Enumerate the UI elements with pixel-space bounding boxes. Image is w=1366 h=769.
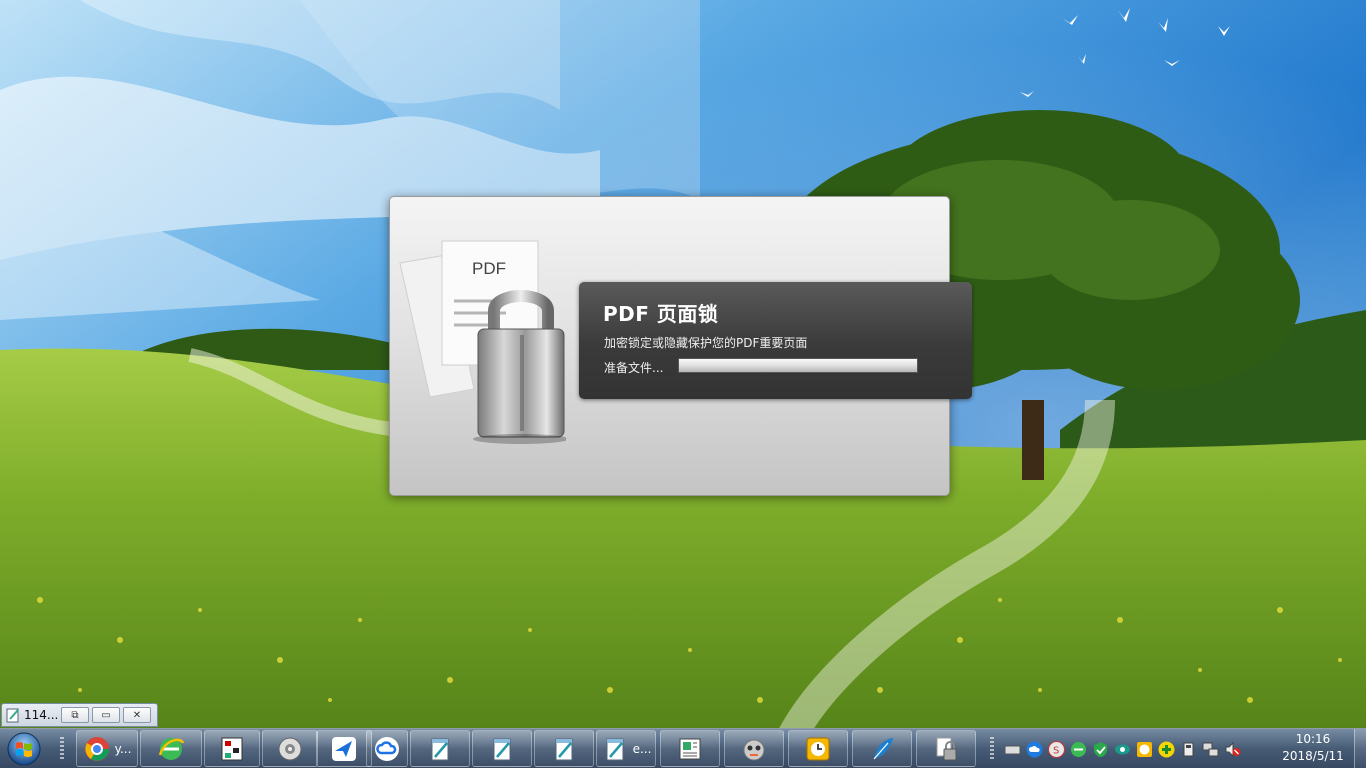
windows-logo-icon [7, 732, 41, 766]
taskbar-button-10[interactable]: e... [596, 730, 656, 767]
pdf-lock-graphic: PDF [396, 239, 569, 444]
loading-status: 准备文件... [604, 361, 664, 375]
ie-green-icon[interactable] [1070, 741, 1087, 758]
eye-icon[interactable] [1114, 741, 1131, 758]
maximize-button[interactable]: ▭ [92, 707, 120, 723]
system-tray: S [1000, 729, 1284, 769]
info-panel: PDF 页面锁 加密锁定或隐藏保护您的PDF重要页面 准备文件... [579, 282, 972, 399]
notepad-icon [601, 735, 629, 763]
taskbar-button-12[interactable] [724, 730, 784, 767]
notepad-icon [426, 735, 454, 763]
taskbar-button-5[interactable] [316, 730, 372, 767]
taskbar-button-3[interactable] [204, 730, 260, 767]
plus-icon[interactable] [1158, 741, 1175, 758]
taskbar-button-1[interactable]: y... [76, 730, 138, 767]
doc-pdf-label: PDF [472, 259, 506, 278]
cloud-sync-icon[interactable] [1026, 741, 1043, 758]
taskbar-button-9[interactable] [534, 730, 594, 767]
security-shield-icon[interactable] [1092, 741, 1109, 758]
shield-s-icon[interactable]: S [1048, 740, 1065, 758]
timer-icon[interactable] [1136, 741, 1153, 758]
system-clock[interactable]: 10:16 2018/5/11 [1276, 731, 1350, 767]
network-icon[interactable] [1202, 741, 1219, 758]
taskbar-button-11[interactable] [660, 730, 720, 767]
cloud-app-icon [373, 735, 401, 763]
robot-app-icon [740, 735, 768, 763]
network-app-icon [218, 735, 246, 763]
clock-app-icon [804, 735, 832, 763]
tray-grip[interactable] [990, 737, 994, 761]
ie-browser-icon [157, 735, 185, 763]
taskbar: y... e... S 10:16 2018/5/11 [0, 728, 1366, 769]
keyboard-icon[interactable] [1004, 741, 1021, 758]
restore-button[interactable]: ⧉ [61, 707, 89, 723]
taskbar-button-7[interactable] [410, 730, 470, 767]
taskbar-button-15[interactable] [916, 730, 976, 767]
app-title: PDF 页面锁 [603, 302, 719, 326]
taskbar-button-label: e... [632, 741, 652, 756]
clock-time: 10:16 [1295, 732, 1331, 746]
taskbar-button-2[interactable] [140, 730, 202, 767]
taskbar-button-14[interactable] [852, 730, 912, 767]
usb-device-icon[interactable] [1180, 741, 1197, 758]
progress-fill [679, 359, 917, 372]
taskbar-grip[interactable] [60, 737, 64, 761]
clock-date: 2018/5/11 [1282, 749, 1344, 763]
mute-volume-icon[interactable] [1224, 741, 1241, 758]
taskbar-button-label: y... [114, 741, 132, 756]
notepad-icon [488, 735, 516, 763]
feather-app-icon [868, 735, 896, 763]
start-button[interactable] [3, 731, 45, 767]
svg-text:S: S [1053, 745, 1059, 756]
minimized-window-bar[interactable]: 114... ⧉ ▭ ✕ [1, 703, 158, 727]
notepad-icon [550, 735, 578, 763]
show-desktop-button[interactable] [1354, 729, 1366, 769]
pdf-lock-icon [932, 735, 960, 763]
bird-app-icon [330, 735, 358, 763]
chrome-icon [83, 735, 111, 763]
minimized-window-title: 114... [24, 708, 58, 722]
settings-gear-icon [276, 735, 304, 763]
notepad-icon [5, 707, 21, 723]
taskbar-button-6[interactable] [366, 730, 408, 767]
app-subtitle: 加密锁定或隐藏保护您的PDF重要页面 [604, 336, 808, 350]
pdf-page-lock-splash: PDF PDF 页面锁 加密锁定或隐藏保护您的PDF重要页面 准备文件... [389, 196, 972, 496]
taskbar-button-4[interactable] [262, 730, 318, 767]
loading-progress-bar [678, 358, 918, 373]
close-button[interactable]: ✕ [123, 707, 151, 723]
taskbar-button-8[interactable] [472, 730, 532, 767]
taskbar-button-13[interactable] [788, 730, 848, 767]
document-app-icon [676, 735, 704, 763]
